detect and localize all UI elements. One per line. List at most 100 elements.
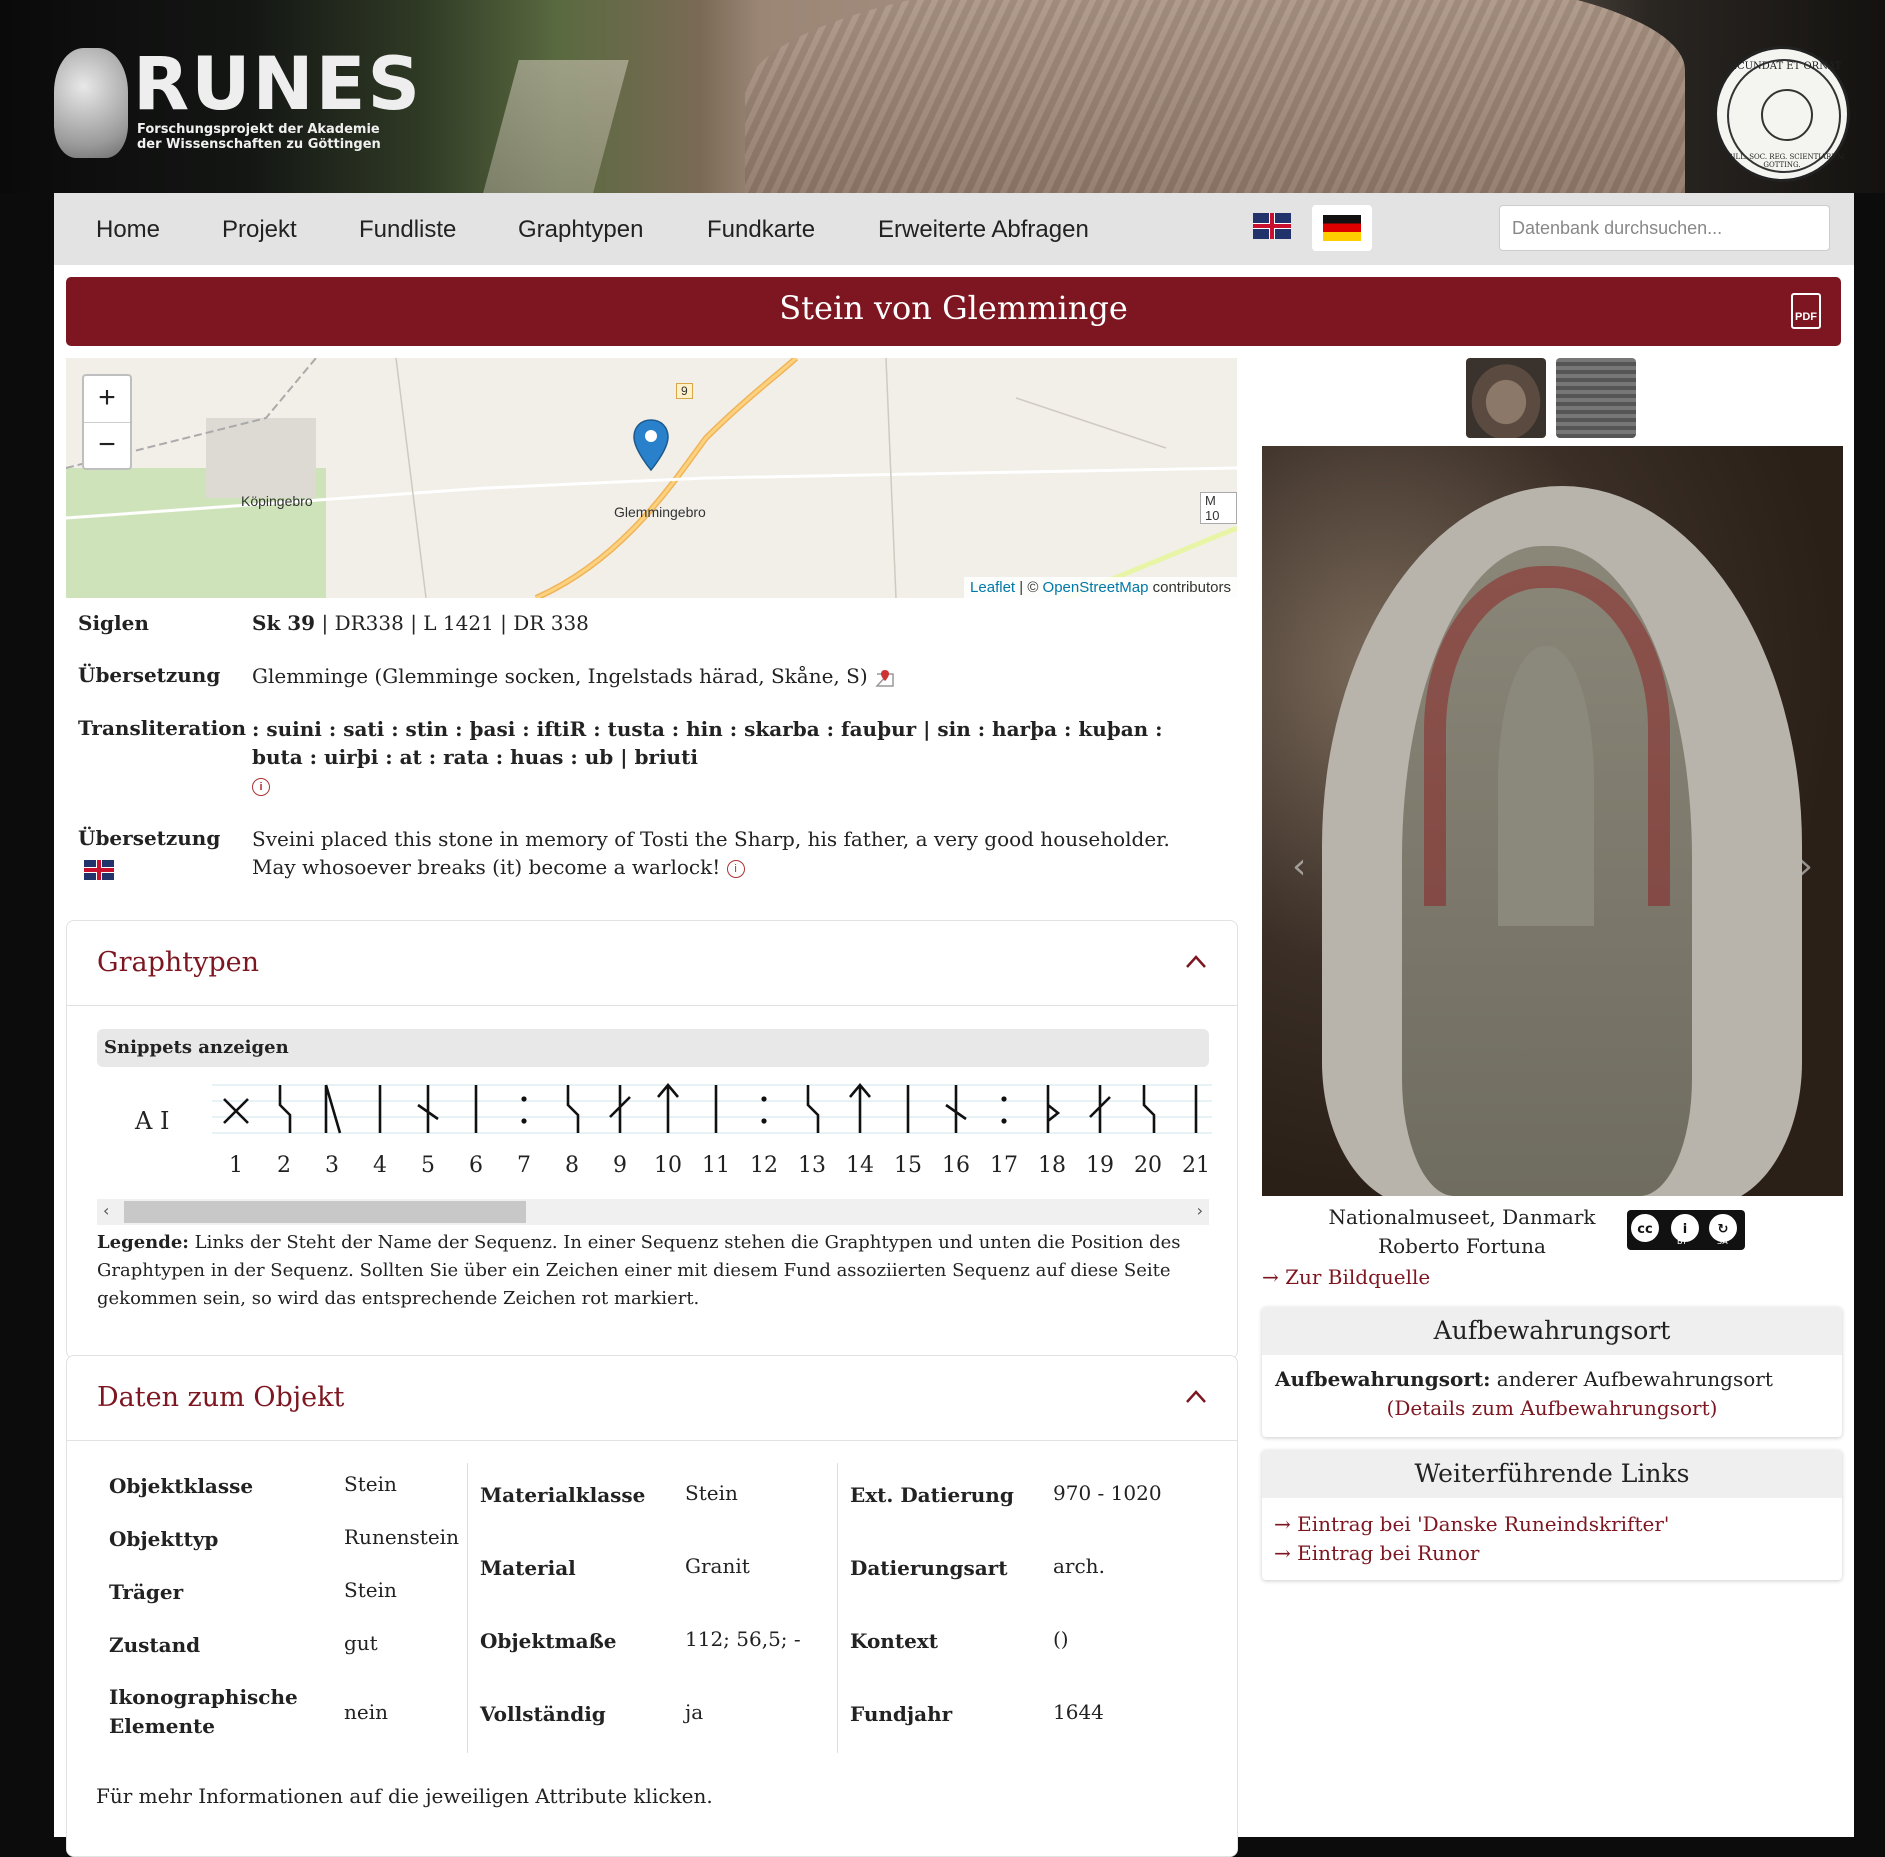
image-thumbnail-2[interactable] <box>1556 358 1636 438</box>
attr-kontext-label[interactable]: Kontext <box>850 1627 938 1656</box>
attr-datierungsart-label[interactable]: Datierungsart <box>850 1554 1007 1583</box>
attr-objekttyp-value: Runenstein <box>344 1525 459 1549</box>
link-runor[interactable]: → Eintrag bei Runor <box>1274 1539 1830 1568</box>
german-language-button[interactable] <box>1312 205 1372 251</box>
separator-dots-icon[interactable] <box>761 1096 767 1124</box>
nauthiz-rune-icon[interactable] <box>945 1085 967 1133</box>
long-branch-rune-icon[interactable] <box>324 1084 342 1134</box>
legend-text: Links der Steht der Name der Sequenz. In… <box>97 1232 1181 1309</box>
attr-vollstaendig-label[interactable]: Vollständig <box>480 1700 606 1729</box>
sequence-scrollbar[interactable]: ‹ › <box>97 1199 1209 1225</box>
search-input[interactable] <box>1499 205 1830 251</box>
nav-graphtypen[interactable]: Graphtypen <box>518 216 643 244</box>
aufbewahrungsort-value: anderer Aufbewahrungsort <box>1490 1367 1773 1391</box>
page-container: Home Projekt Fundliste Graphtypen Fundka… <box>54 193 1854 1857</box>
sowilo-rune-icon[interactable] <box>278 1085 292 1133</box>
openstreetmap-link[interactable]: OpenStreetMap <box>1043 579 1149 596</box>
scroll-left-icon[interactable]: ‹ <box>103 1201 109 1220</box>
chevron-up-icon[interactable] <box>1185 1386 1207 1408</box>
tiwaz-rune-icon[interactable] <box>849 1082 871 1133</box>
rune-position-number: 6 <box>469 1153 483 1178</box>
logo-subtitle: Forschungsprojekt der Akademie der Wisse… <box>137 122 381 152</box>
attr-traeger-label[interactable]: Träger <box>109 1578 183 1607</box>
logo-stone-icon[interactable] <box>54 48 128 158</box>
cc-license-badge[interactable]: cc i ↻ BY SA <box>1627 1210 1745 1250</box>
ar-rune-icon[interactable] <box>609 1085 631 1133</box>
map-pin-icon[interactable] <box>874 668 896 688</box>
separator-dots-icon[interactable] <box>521 1096 527 1124</box>
link-danske-runeindskrifter[interactable]: → Eintrag bei 'Danske Runeindskrifter' <box>1274 1510 1830 1539</box>
separator-dots-icon[interactable] <box>1001 1096 1007 1124</box>
sowilo-rune-icon[interactable] <box>566 1085 580 1133</box>
attribution-tail: contributors <box>1148 579 1231 596</box>
image-thumbnail-1[interactable] <box>1466 358 1546 438</box>
graphtypen-card: Graphtypen Snippets anzeigen A I 1234567… <box>66 920 1238 1359</box>
attr-objekttyp-label[interactable]: Objekttyp <box>109 1525 218 1554</box>
attr-kontext-value: () <box>1053 1627 1069 1651</box>
scroll-right-icon[interactable]: › <box>1197 1201 1203 1220</box>
siglen-main: Sk 39 <box>252 611 316 635</box>
attr-objektmasse-label[interactable]: Objektmaße <box>480 1627 617 1656</box>
rune-position-number: 7 <box>517 1153 531 1178</box>
location-map[interactable]: 9 M 10 Köpingebro Glemmingebro + − Leafl… <box>66 358 1237 598</box>
nav-home[interactable]: Home <box>96 216 160 244</box>
graphtypen-header[interactable]: Graphtypen <box>67 921 1237 1006</box>
siglen-rest: | DR338 | L 1421 | DR 338 <box>315 611 589 635</box>
thurisaz-rune-icon[interactable] <box>1046 1085 1061 1133</box>
carousel-next-icon[interactable]: › <box>1799 846 1813 887</box>
zoom-in-button[interactable]: + <box>84 376 130 423</box>
sequence-name: A I <box>135 1107 170 1135</box>
siglen-value: Sk 39 | DR338 | L 1421 | DR 338 <box>252 609 1212 637</box>
transliteration-info-icon[interactable]: i <box>252 777 270 796</box>
scroll-thumb[interactable] <box>124 1201 526 1223</box>
rune-position-number: 18 <box>1038 1153 1066 1178</box>
attr-materialklasse-value: Stein <box>685 1481 738 1505</box>
transliteration-label: Transliteration <box>78 716 247 740</box>
rune-position-number: 4 <box>373 1153 387 1178</box>
ar-rune-icon[interactable] <box>1089 1085 1111 1133</box>
nauthiz-rune-icon[interactable] <box>417 1085 439 1133</box>
aufbewahrungsort-body: Aufbewahrungsort: anderer Aufbewahrungso… <box>1262 1355 1842 1423</box>
tiwaz-rune-icon[interactable] <box>657 1082 679 1133</box>
objekt-header[interactable]: Daten zum Objekt <box>67 1356 1237 1441</box>
snippets-toggle[interactable]: Snippets anzeigen <box>97 1029 1209 1067</box>
gebo-rune-icon[interactable] <box>223 1098 249 1124</box>
attr-ext-datierung-label[interactable]: Ext. Datierung <box>850 1481 1014 1510</box>
english-flag-icon[interactable] <box>1253 213 1291 239</box>
attr-fundjahr-label[interactable]: Fundjahr <box>850 1700 952 1729</box>
attr-ikonographische-label[interactable]: Ikonographische Elemente <box>109 1683 298 1741</box>
attr-objektklasse-label[interactable]: Objektklasse <box>109 1472 253 1501</box>
german-flag-icon <box>1323 215 1361 241</box>
translation-info-icon[interactable]: i <box>726 859 745 878</box>
zoom-out-button[interactable]: − <box>84 423 130 469</box>
attr-materialklasse-label[interactable]: Materialklasse <box>480 1481 645 1510</box>
logo-title[interactable]: RUNES <box>133 47 422 122</box>
logo-subtitle-line-2: der Wissenschaften zu Göttingen <box>137 137 381 152</box>
pdf-download-icon[interactable]: PDF <box>1791 293 1821 329</box>
translation-value: Sveini placed this stone in memory of To… <box>252 825 1212 881</box>
aufbewahrungsort-details-link[interactable]: (Details zum Aufbewahrungsort) <box>1387 1396 1718 1420</box>
translation-text: Sveini placed this stone in memory of To… <box>252 827 1170 879</box>
attr-objektmasse-value: 112; 56,5; - <box>685 1627 801 1651</box>
objekt-card: Daten zum Objekt <box>66 1355 1238 1857</box>
translation-label: Übersetzung <box>78 826 221 850</box>
image-source-link[interactable]: → Zur Bildquelle <box>1262 1265 1430 1289</box>
main-nav: Home Projekt Fundliste Graphtypen Fundka… <box>54 193 1854 265</box>
chevron-up-icon[interactable] <box>1185 951 1207 973</box>
nav-erweiterte-abfragen[interactable]: Erweiterte Abfragen <box>878 216 1089 244</box>
attr-material-label[interactable]: Material <box>480 1554 576 1583</box>
sowilo-rune-icon[interactable] <box>1142 1085 1156 1133</box>
nav-fundkarte[interactable]: Fundkarte <box>707 216 815 244</box>
rune-position-number: 2 <box>277 1153 291 1178</box>
aufbewahrungsort-title: Aufbewahrungsort <box>1262 1307 1842 1355</box>
carousel-prev-icon[interactable]: ‹ <box>1292 846 1306 887</box>
map-marker-icon[interactable] <box>632 418 670 472</box>
sowilo-rune-icon[interactable] <box>806 1085 820 1133</box>
nav-fundliste[interactable]: Fundliste <box>359 216 456 244</box>
academy-seal-logo[interactable]: FECUNDAT ET ORNAT SIGILL. SOC. REG. SCIE… <box>1714 46 1850 182</box>
nav-projekt[interactable]: Projekt <box>222 216 297 244</box>
logo-subtitle-line-1: Forschungsprojekt der Akademie <box>137 122 380 137</box>
attr-zustand-label[interactable]: Zustand <box>109 1631 200 1660</box>
leaflet-link[interactable]: Leaflet <box>970 579 1015 596</box>
header-banner: RUNES Forschungsprojekt der Akademie der… <box>0 0 1885 193</box>
